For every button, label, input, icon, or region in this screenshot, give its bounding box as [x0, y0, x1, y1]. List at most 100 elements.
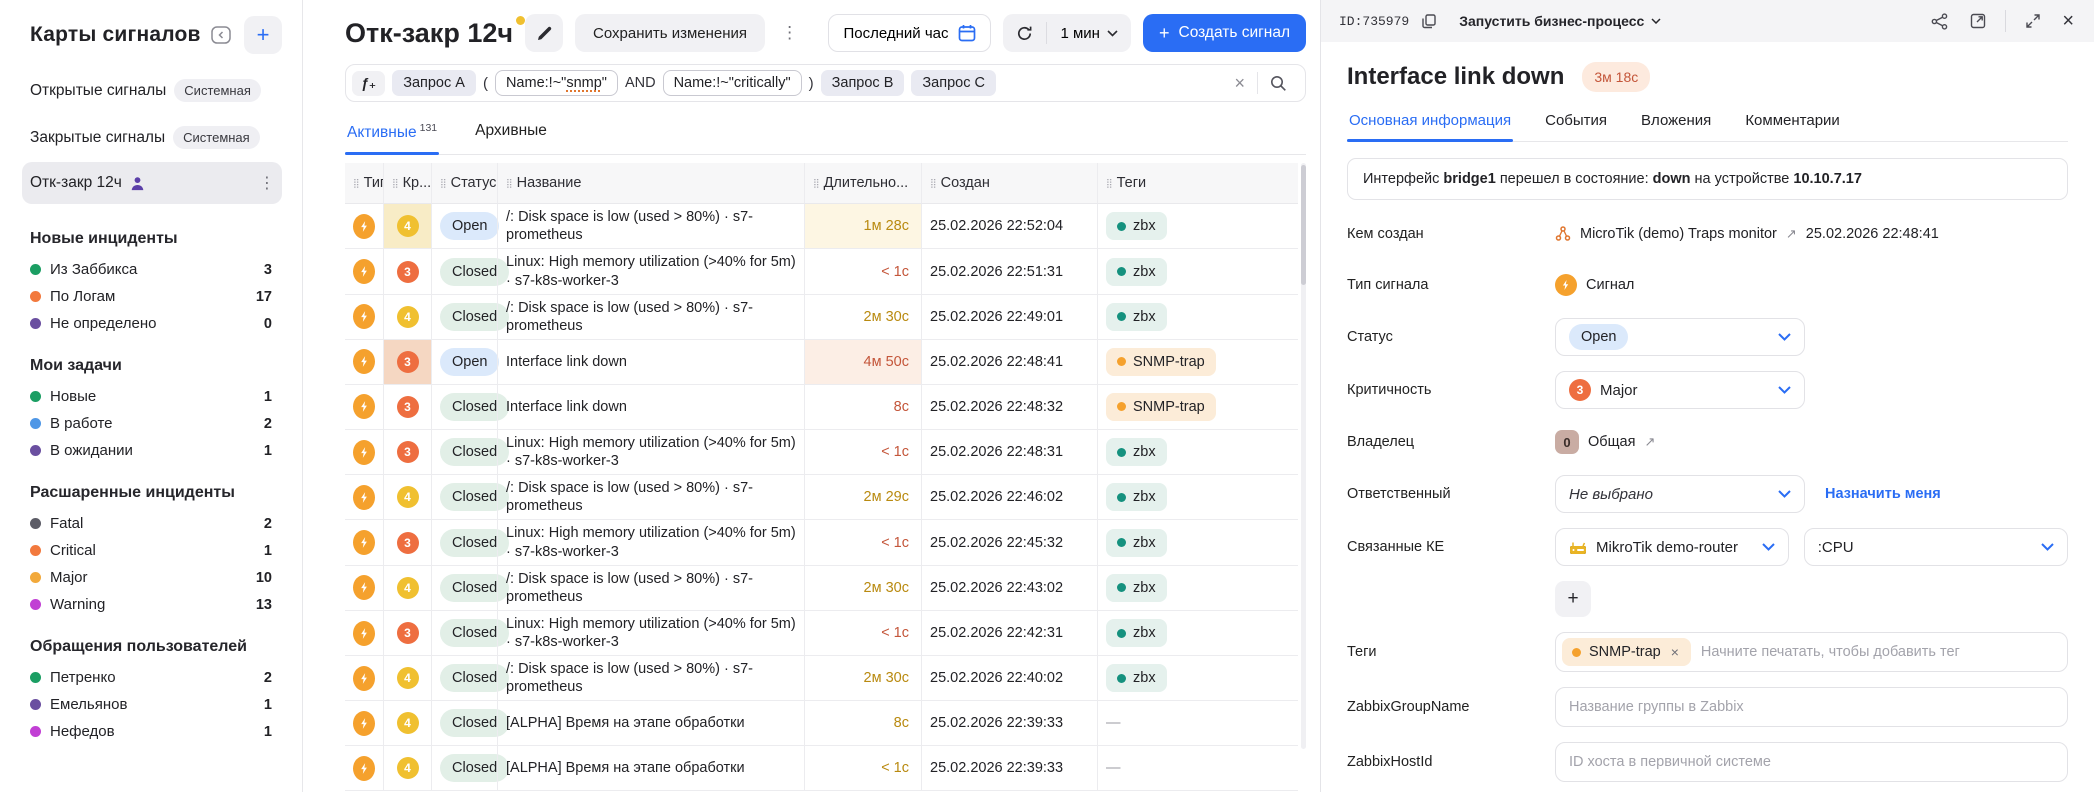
- sidebar-filter-item[interactable]: Новые1: [30, 383, 272, 410]
- table-row[interactable]: 4Closed/: Disk space is low (used > 80%)…: [345, 475, 1298, 520]
- tab-archived-signals[interactable]: Архивные: [473, 114, 549, 154]
- tab-comments[interactable]: Комментарии: [1743, 106, 1841, 141]
- sidebar-filter-item[interactable]: Major10: [30, 564, 272, 591]
- column-header-6[interactable]: ⣿Теги: [1097, 163, 1298, 204]
- create-signal-button[interactable]: + Создать сигнал: [1143, 14, 1306, 52]
- filter-count: 10: [256, 570, 272, 586]
- function-icon[interactable]: ƒ₊: [352, 71, 385, 96]
- query-chip-a[interactable]: Запрос A: [392, 70, 476, 96]
- table-row[interactable]: 3ClosedLinux: High memory utilization (>…: [345, 430, 1298, 475]
- add-related-ce-button[interactable]: +: [1555, 581, 1591, 617]
- edit-title-button[interactable]: [525, 14, 563, 52]
- refresh-button[interactable]: [1003, 25, 1046, 42]
- assign-me-link[interactable]: Назначить меня: [1825, 486, 1941, 502]
- table-row[interactable]: 3ClosedLinux: High memory utilization (>…: [345, 611, 1298, 656]
- share-icon[interactable]: [1928, 10, 1951, 33]
- item-menu-icon[interactable]: ⋮: [259, 173, 274, 193]
- status-select[interactable]: Open: [1555, 318, 1805, 356]
- status-cell: Open: [431, 204, 497, 249]
- zabbix-host-input[interactable]: [1555, 742, 2068, 782]
- sidebar-filter-item[interactable]: Нефедов1: [30, 718, 272, 745]
- scrollbar-thumb[interactable]: [1301, 165, 1306, 285]
- run-business-process-dropdown[interactable]: Запустить бизнес-процесс: [1459, 13, 1661, 29]
- open-in-new-icon[interactable]: [1967, 10, 1989, 32]
- sidebar-item-open-signals[interactable]: Открытые сигналы Системная: [22, 68, 282, 113]
- assignee-select[interactable]: Не выбрано: [1555, 475, 1805, 513]
- collapse-sidebar-icon[interactable]: [211, 26, 231, 44]
- tab-active-signals[interactable]: Активные131: [345, 114, 439, 154]
- related-metric-select[interactable]: :CPU: [1804, 528, 2068, 566]
- table-row[interactable]: 4Open/: Disk space is low (used > 80%) ·…: [345, 204, 1298, 249]
- tags-cell: zbx: [1097, 204, 1298, 249]
- page-menu-icon[interactable]: ⋮: [777, 19, 802, 47]
- table-row[interactable]: 4Closed/: Disk space is low (used > 80%)…: [345, 566, 1298, 611]
- sidebar-filter-item[interactable]: Critical1: [30, 537, 272, 564]
- sidebar-filter-item[interactable]: Warning13: [30, 591, 272, 618]
- created-cell: 25.02.2026 22:39:33: [921, 701, 1097, 746]
- save-changes-button[interactable]: Сохранить изменения: [575, 14, 765, 52]
- query-condition-2[interactable]: Name:!~"critically": [663, 70, 802, 96]
- sidebar-item-otk-zakr-12h[interactable]: Отк-закр 12ч ⋮: [22, 162, 282, 204]
- column-header-1[interactable]: ⣿Кр...: [383, 163, 431, 204]
- column-header-0[interactable]: ⣿Тип: [345, 163, 383, 204]
- sidebar-filter-item[interactable]: Петренко2: [30, 664, 272, 691]
- table-row[interactable]: 3ClosedLinux: High memory utilization (>…: [345, 249, 1298, 294]
- table-row[interactable]: 4Closed[ALPHA] Время на этапе обработки8…: [345, 701, 1298, 746]
- tab-attachments[interactable]: Вложения: [1639, 106, 1713, 141]
- table-row[interactable]: 4Closed/: Disk space is low (used > 80%)…: [345, 656, 1298, 701]
- query-condition-1[interactable]: Name:!~"snmp": [495, 70, 618, 96]
- sidebar-item-closed-signals[interactable]: Закрытые сигналы Системная: [22, 115, 282, 160]
- field-add-ce: +: [1347, 581, 2068, 617]
- tag-dot: [1572, 648, 1581, 657]
- query-bar[interactable]: ƒ₊ Запрос A ( Name:!~"snmp" AND Name:!~"…: [345, 64, 1306, 102]
- table-row[interactable]: 3OpenInterface link down4м 50с25.02.2026…: [345, 340, 1298, 385]
- sidebar-filter-item[interactable]: Из Заббикса3: [30, 256, 272, 283]
- chevron-down-icon: [1651, 18, 1661, 24]
- remove-tag-icon[interactable]: ×: [1669, 644, 1681, 660]
- severity-select[interactable]: 3 Major: [1555, 371, 1805, 409]
- query-chip-b[interactable]: Запрос B: [821, 70, 905, 96]
- table-row[interactable]: 4Closed[ALPHA] Время на этапе обработки<…: [345, 746, 1298, 791]
- tab-main-info[interactable]: Основная информация: [1347, 106, 1513, 141]
- sidebar-filter-item[interactable]: Не определено0: [30, 310, 272, 337]
- zabbix-group-input[interactable]: [1555, 687, 2068, 727]
- filter-label: Fatal: [50, 515, 83, 532]
- refresh-interval-dropdown[interactable]: 1 мин: [1047, 25, 1131, 42]
- column-header-3[interactable]: ⣿Название: [497, 163, 804, 204]
- filter-label: В работе: [50, 415, 113, 432]
- tab-events[interactable]: События: [1543, 106, 1609, 141]
- add-signal-map-button[interactable]: +: [244, 16, 282, 54]
- clear-query-icon[interactable]: ×: [1226, 71, 1253, 96]
- column-header-4[interactable]: ⣿Длительно...: [804, 163, 921, 204]
- field-label: Статус: [1347, 329, 1555, 345]
- created-cell: 25.02.2026 22:52:04: [921, 204, 1097, 249]
- sidebar-filter-item[interactable]: Емельянов1: [30, 691, 272, 718]
- sidebar: Карты сигналов + Открытые сигналы Систем…: [0, 0, 303, 792]
- time-range-button[interactable]: Последний час: [828, 14, 991, 52]
- table-row[interactable]: 4Closed/: Disk space is low (used > 80%)…: [345, 295, 1298, 340]
- column-header-2[interactable]: ⣿Статус: [431, 163, 497, 204]
- query-chip-c[interactable]: Запрос C: [911, 70, 996, 96]
- table-row[interactable]: 3ClosedInterface link down8с25.02.2026 2…: [345, 385, 1298, 430]
- tags-input[interactable]: SNMP-trap × Начните печатать, чтобы доба…: [1555, 632, 2068, 672]
- external-link-icon[interactable]: ↗: [1786, 226, 1797, 242]
- copy-id-icon[interactable]: [1419, 11, 1439, 32]
- external-link-icon[interactable]: ↗: [1644, 434, 1655, 450]
- status-dot: [30, 445, 41, 456]
- filter-label: Петренко: [50, 669, 116, 686]
- sidebar-filter-item[interactable]: Fatal2: [30, 510, 272, 537]
- column-header-5[interactable]: ⣿Создан: [921, 163, 1097, 204]
- tags-cell: zbx: [1097, 430, 1298, 475]
- sidebar-filter-item[interactable]: В работе2: [30, 410, 272, 437]
- filter-label: По Логам: [50, 288, 115, 305]
- expand-icon[interactable]: [2022, 10, 2044, 32]
- sidebar-filter-item[interactable]: По Логам17: [30, 283, 272, 310]
- created-by-link[interactable]: MicroTik (demo) Traps monitor: [1580, 226, 1777, 242]
- search-icon[interactable]: [1262, 73, 1295, 94]
- sidebar-filter-item[interactable]: В ожидании1: [30, 437, 272, 464]
- related-ce-select[interactable]: MikroTik demo-router: [1555, 528, 1789, 566]
- close-icon[interactable]: ×: [2060, 10, 2076, 33]
- tag-dot: [1117, 267, 1126, 276]
- table-scrollbar[interactable]: [1301, 163, 1306, 749]
- table-row[interactable]: 3ClosedLinux: High memory utilization (>…: [345, 520, 1298, 565]
